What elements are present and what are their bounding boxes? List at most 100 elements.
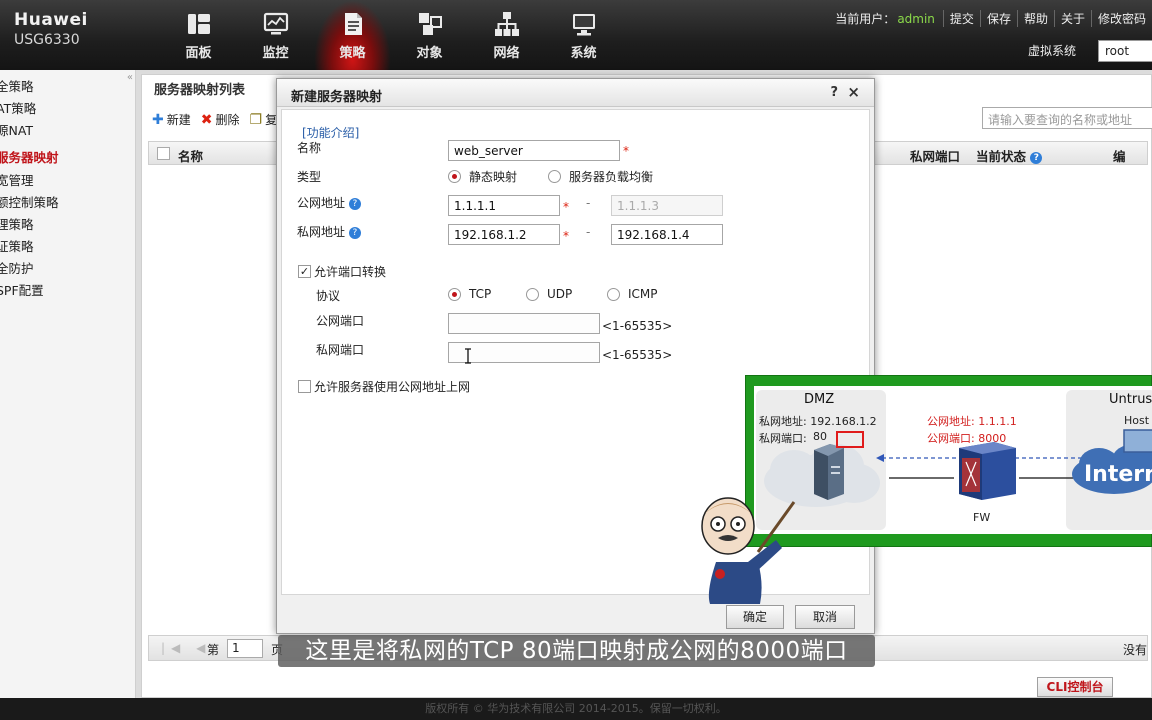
column-edit[interactable]: 编 [1113, 146, 1126, 165]
type-static-label: 静态映射 [469, 170, 518, 184]
firewall-icon [959, 442, 1016, 500]
dmz-title: DMZ [804, 392, 835, 407]
public-port-field[interactable] [448, 313, 600, 334]
public-port-label: 公网端口 [316, 314, 365, 328]
required-mark: * [623, 144, 629, 158]
nav-monitor[interactable]: 监控 [237, 0, 314, 70]
pager-no-data: 没有 [1122, 643, 1147, 657]
sidebar-item-bandwidth[interactable]: 宽管理 [0, 170, 135, 192]
help-link[interactable]: 帮助 [1016, 10, 1054, 27]
vsys-select[interactable]: root [1098, 40, 1152, 62]
nav-policy[interactable]: 策略 [314, 0, 391, 70]
help-icon[interactable]: ? [348, 197, 361, 210]
public-addr-start-field[interactable]: 1.1.1.1 [448, 195, 560, 216]
allow-public-access-checkbox[interactable]: 允许服务器使用公网地址上网 [298, 378, 470, 395]
pager-page-input[interactable]: 1 [227, 639, 263, 658]
new-button[interactable]: ✚ 新建 [152, 111, 191, 128]
nav-object-label: 对象 [416, 45, 443, 61]
brand-model: USG6330 [14, 32, 80, 48]
public-addr-text: 公网地址: 1.1.1.1 [927, 415, 1017, 428]
copy-button[interactable]: ❐ 复 [250, 111, 278, 128]
delete-button[interactable]: ✖ 删除 [201, 111, 240, 128]
check-icon: ✓ [298, 265, 311, 278]
dialog-title: 新建服务器映射 [291, 90, 383, 105]
pager-first-prev-icon[interactable]: |◀ ◀ [161, 641, 211, 655]
sidebar-item-nat-policy[interactable]: AT策略 [0, 98, 135, 120]
sidebar-item-server-mapping[interactable]: 服务器映射 [0, 147, 135, 169]
allow-public-access-label: 允许服务器使用公网地址上网 [314, 380, 471, 394]
column-private-port[interactable]: 私网端口 [910, 146, 960, 165]
video-subtitle: 这里是将私网的TCP 80端口映射成公网的8000端口 [278, 635, 875, 667]
protocol-udp-radio[interactable]: UDP [526, 287, 572, 301]
private-addr-end-field[interactable]: 192.168.1.4 [611, 224, 723, 245]
cli-console-button[interactable]: CLI控制台 [1037, 677, 1113, 697]
protocol-icmp-radio[interactable]: ICMP [607, 287, 658, 301]
help-icon[interactable]: ? [1030, 151, 1043, 164]
name-field[interactable]: web_server [448, 140, 620, 161]
checkbox-box [298, 380, 311, 393]
system-icon [572, 13, 595, 35]
delete-label: 删除 [215, 113, 240, 127]
dmz-private-port-label: 私网端口: [759, 432, 807, 445]
change-password-link[interactable]: 修改密码 [1090, 10, 1152, 27]
type-label: 类型 [297, 170, 322, 184]
nav-policy-label: 策略 [339, 45, 366, 61]
nav-object[interactable]: 对象 [391, 0, 468, 70]
dialog-close-icon[interactable]: × [847, 83, 860, 101]
host-icon [1123, 429, 1152, 453]
internet-label: Intern [1084, 462, 1152, 487]
public-addr-label: 公网地址 ? [297, 194, 361, 211]
type-slb-radio[interactable]: 服务器负载均衡 [548, 168, 653, 185]
required-mark: * [563, 200, 569, 214]
sidebar-item-quota-policy[interactable]: 额控制策略 [0, 192, 135, 214]
radio-dot [448, 170, 461, 183]
name-label: 名称 [297, 141, 322, 155]
private-addr-label: 私网地址 ? [297, 223, 361, 240]
type-static-radio[interactable]: 静态映射 [448, 168, 517, 185]
range-dash: - [586, 196, 591, 210]
submit-link[interactable]: 提交 [942, 10, 980, 27]
cancel-button[interactable]: 取消 [795, 605, 855, 629]
search-input[interactable]: 请输入要查询的名称或地址 [982, 107, 1152, 129]
object-icon [418, 12, 442, 35]
radio-dot [448, 287, 461, 301]
ok-button[interactable]: 确定 [726, 605, 784, 629]
sidebar-item-protection[interactable]: 全防护 [0, 258, 135, 280]
allow-port-trans-checkbox[interactable]: ✓ 允许端口转换 [298, 263, 386, 280]
sidebar-item-auth-policy[interactable]: 证策略 [0, 236, 135, 258]
untrust-title: Untrust [1109, 392, 1152, 407]
nav-network[interactable]: 网络 [468, 0, 545, 70]
type-slb-label: 服务器负载均衡 [569, 170, 654, 184]
public-addr-end-field[interactable]: 1.1.1.3 [611, 195, 723, 216]
sidebar-item-proxy-policy[interactable]: 理策略 [0, 214, 135, 236]
sidebar-item-security-policy[interactable]: 全策略 [0, 76, 135, 98]
nav-dashboard[interactable]: 面板 [160, 0, 237, 70]
column-state[interactable]: 当前状态 ? [976, 146, 1043, 165]
policy-icon [344, 12, 362, 35]
footer: 版权所有 © 华为技术有限公司 2014-2015。保留一切权利。 [0, 698, 1152, 720]
nav-system[interactable]: 系统 [545, 0, 622, 70]
radio-dot [526, 287, 539, 301]
save-link[interactable]: 保存 [979, 10, 1017, 27]
dashboard-icon [187, 13, 210, 34]
help-icon[interactable]: ? [348, 226, 361, 239]
select-all-checkbox[interactable] [157, 147, 170, 160]
about-link[interactable]: 关于 [1053, 10, 1091, 27]
monitor-icon [263, 12, 288, 34]
sidebar-collapse-icon[interactable]: « [127, 72, 133, 83]
protocol-tcp-radio[interactable]: TCP [448, 287, 491, 301]
host-label: Host [1124, 414, 1150, 427]
protocol-udp-label: UDP [547, 287, 573, 301]
private-addr-start-field[interactable]: 192.168.1.2 [448, 224, 560, 245]
copy-icon: ❐ [249, 111, 263, 128]
top-right-links: 当前用户： admin 提交 保存 帮助 关于 修改密码 [835, 10, 1152, 27]
brand: Huawei USG6330 [14, 10, 88, 48]
nav-network-label: 网络 [493, 45, 520, 61]
required-mark: * [563, 229, 569, 243]
allow-port-trans-label: 允许端口转换 [314, 265, 387, 279]
column-name[interactable]: 名称 [178, 146, 203, 165]
dialog-help-icon[interactable]: ? [830, 85, 838, 100]
sidebar-item-aspf[interactable]: SPF配置 [0, 280, 135, 302]
delete-icon: ✖ [200, 111, 213, 128]
sidebar-item-source-nat[interactable]: 源NAT [0, 120, 135, 142]
